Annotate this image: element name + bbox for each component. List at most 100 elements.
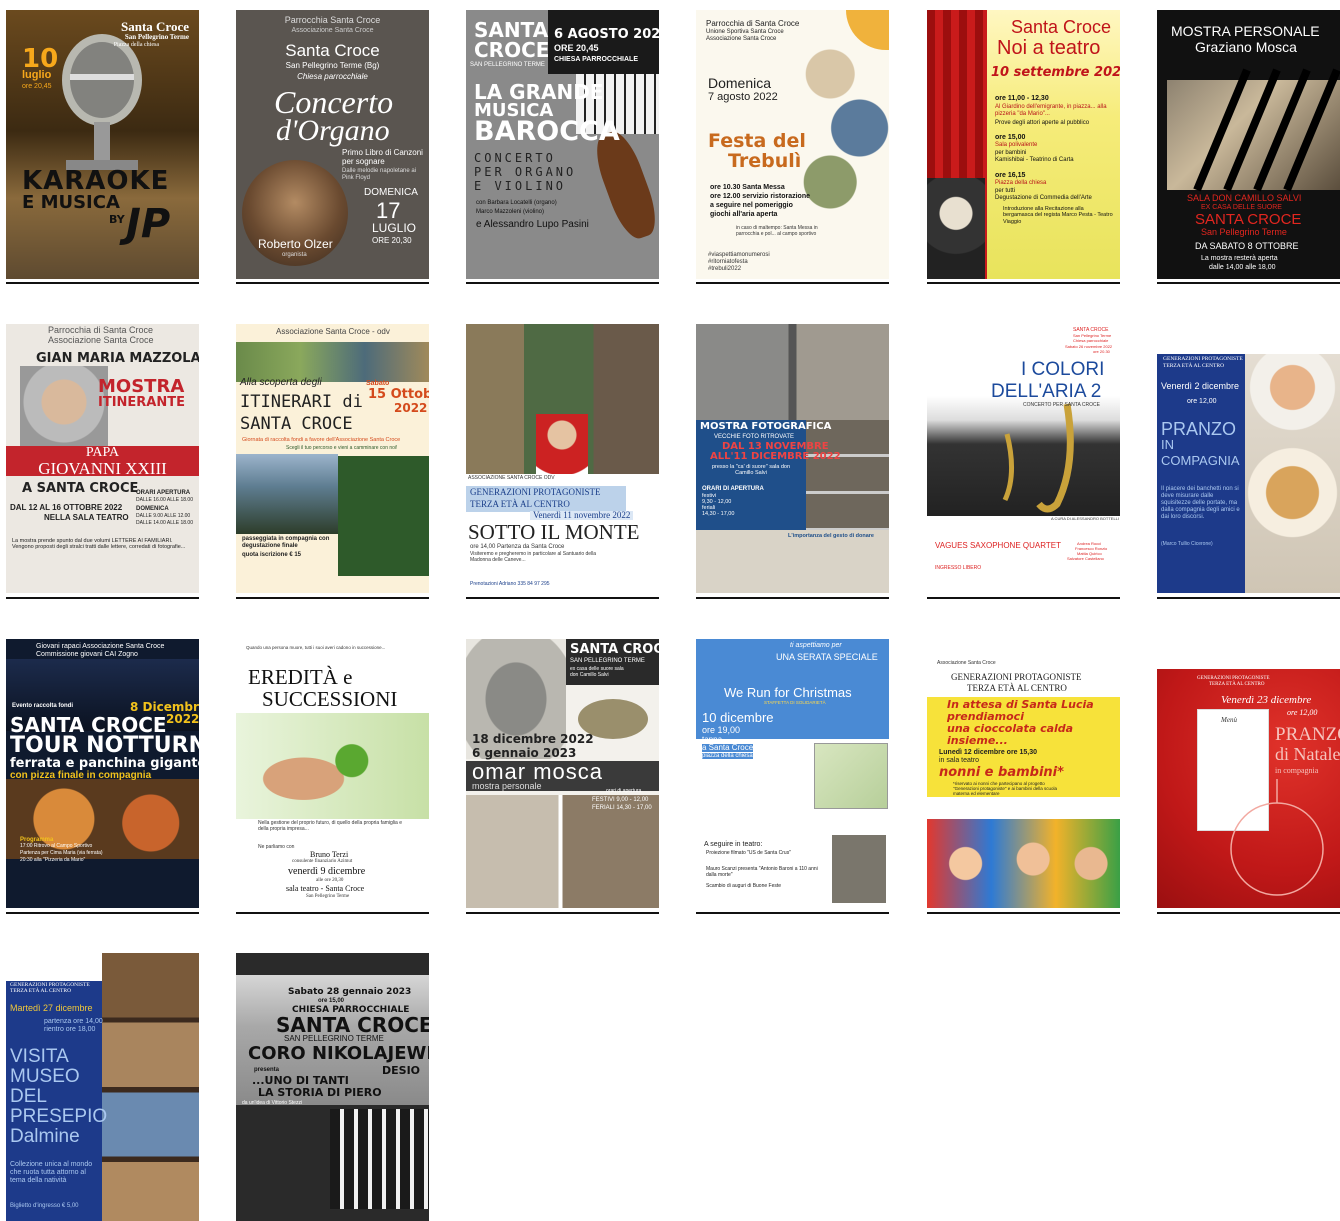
poster-slot-2-time: ore 15,00 — [995, 134, 1026, 141]
poster-slot-2-text-2: per bambini — [995, 150, 1027, 156]
poster-main-title-4: PRESEPIO — [10, 1106, 108, 1127]
poster-underline — [6, 282, 199, 284]
poster-concerto-organo[interactable]: Parrocchia Santa Croce Associazione Sant… — [236, 10, 429, 279]
poster-main-title: PRANZO — [1275, 724, 1340, 745]
photo-collage-icon — [791, 38, 889, 218]
poster-itinerari-santa-croce[interactable]: Associazione Santa Croce - odv Alla scop… — [236, 324, 429, 593]
poster-room: NELLA SALA TEATRO — [44, 513, 129, 522]
poster-artist-name: Graziano Mosca — [1195, 39, 1297, 55]
poster-header: Associazione Santa Croce - odv — [276, 327, 390, 336]
poster-header-3: Associazione Santa Croce — [706, 36, 777, 42]
poster-cioccolata-santa-lucia[interactable]: Associazione Santa Croce GENERAZIONI PRO… — [927, 639, 1120, 908]
poster-sub-2: PER ORGANO — [474, 165, 577, 179]
poster-time: ore 15,00 — [318, 998, 345, 1004]
poster-subtitle-2: con pizza finale in compagnia — [10, 770, 152, 781]
poster-we-run-for-christmas[interactable]: ti aspettiamo per UNA SERATA SPECIALE We… — [696, 639, 889, 908]
poster-eredita-successioni[interactable]: Quando una persona muore, tutti i suoi a… — [236, 639, 429, 908]
pope-photo-icon — [536, 414, 588, 474]
poster-karaoke[interactable]: Santa Croce San Pellegrino Terme Piazza … — [6, 10, 199, 279]
poster-menu: Menù — [1221, 716, 1237, 724]
poster-coro-nikolajewka[interactable]: Sabato 28 gennaio 2023 ore 15,00 CHIESA … — [236, 953, 429, 1221]
poster-museo-presepio[interactable]: GENERAZIONI PROTAGONISTE TERZA ETÀ AL CE… — [6, 953, 199, 1221]
poster-hours-2: DALLE 16.00 ALLE 18.00 — [136, 497, 193, 503]
poster-program-2: 17:00 Ritrovo al Campo Sportivo — [20, 843, 93, 849]
poster-sotto-il-monte[interactable]: ASSOCIAZIONE SANTA CROCE ODV GENERAZIONI… — [466, 324, 659, 593]
poster-main-subtitle: MUSEO — [10, 1066, 80, 1087]
poster-underline — [236, 282, 429, 284]
poster-place: CHIESA PARROCCHIALE — [554, 56, 639, 63]
choir-photo-icon — [330, 1109, 429, 1209]
pope-portrait-icon — [20, 366, 108, 456]
poster-note: L'importanza del gesto di donare — [788, 533, 874, 539]
poster-subtitle: VECCHIE FOTO RITROVATE — [714, 434, 795, 440]
poster-header: GENERAZIONI PROTAGONISTE — [1163, 356, 1243, 362]
poster-slot-3-text: Piazza della chiesa — [995, 180, 1047, 186]
poster-subtitle: CONCERTO PER SANTA CROCE — [1023, 402, 1100, 408]
poster-mostra-giovanni-xxiii[interactable]: Parrocchia di Santa Croce Associazione S… — [6, 324, 199, 593]
poster-choir-2: DESIO — [382, 1064, 421, 1077]
poster-hours-4: DALLE 9.00 ALLE 12.00 — [136, 513, 191, 519]
poster-pranzo-in-compagnia[interactable]: GENERAZIONI PROTAGONISTE TERZA ETÀ AL CE… — [1157, 324, 1340, 593]
painting-photos-icon — [466, 795, 659, 908]
vintage-photo-icon — [832, 835, 886, 903]
poster-slot-3-text-3: Degustazione di Commedia dell'Arte — [995, 195, 1092, 201]
poster-mostra-fotografica[interactable]: MOSTRA FOTOGRAFICA VECCHIE FOTO RITROVAT… — [696, 324, 889, 593]
poster-program: Primo Libro di Canzoni per sognare — [342, 148, 423, 167]
poster-mostra-graziano-mosca[interactable]: MOSTRA PERSONALE Graziano Mosca SALA DON… — [1157, 10, 1340, 279]
poster-note: *riservato ai nonni che partecipano al p… — [953, 781, 1058, 797]
poster-day: Sabato — [366, 380, 390, 387]
poster-show: ...UNO DI TANTI — [252, 1074, 349, 1087]
poster-quartet: VAGUES SAXOPHONE QUARTET — [935, 541, 1061, 550]
nativity-photos-icon — [102, 953, 199, 1221]
poster-speaker: Bruno Terzi — [310, 850, 349, 859]
poster-main-title: Festa del — [708, 130, 806, 152]
poster-time: partenza ore 14,00 — [44, 1018, 103, 1025]
poster-choir: CORO NIKOLAJEWKA — [248, 1043, 429, 1064]
poster-subtitle: San Pellegrino Terme — [124, 33, 189, 41]
poster-main-subtitle: SANTA CROCE — [240, 414, 353, 434]
poster-performers: con Barbara Locatelli (organo) — [476, 200, 557, 206]
poster-hours: La mostra resterà aperta — [1201, 255, 1278, 262]
poster-musica-barocca[interactable]: SANTA CROCE SAN PELLEGRINO TERME 6 AGOST… — [466, 10, 659, 279]
poster-subtitle: STAFFETTA DI SOLIDARIETÀ — [764, 700, 826, 705]
poster-main-subtitle: DELL'ARIA 2 — [991, 381, 1102, 402]
poster-subtitle: in compagnia — [1275, 766, 1319, 775]
poster-fee: quota iscrizione € 15 — [242, 552, 302, 558]
poster-year: 2022 — [394, 401, 428, 415]
poster-tour-notturno[interactable]: Giovani rapaci Associazione Santa Croce … — [6, 639, 199, 908]
poster-main-title: SOTTO IL MONTE — [468, 520, 640, 544]
poster-title: Santa Croce — [1011, 17, 1112, 37]
poster-pope: PAPA — [85, 445, 120, 460]
poster-by: BY — [109, 213, 125, 226]
poster-time: ore 20,45 — [22, 83, 52, 90]
poster-noi-a-teatro[interactable]: Santa Croce Noi a teatro 10 settembre 20… — [927, 10, 1120, 279]
poster-underline — [466, 597, 659, 599]
poster-weekday: DOMENICA — [364, 187, 418, 198]
poster-underline — [236, 912, 429, 914]
poster-main-title: MOSTRA — [98, 376, 185, 397]
poster-main-title-3: DEL — [10, 1086, 47, 1107]
poster-brand: JP — [126, 201, 171, 247]
poster-festa-trebuli[interactable]: Parrocchia di Santa Croce Unione Sportiv… — [696, 10, 889, 279]
poster-town: San Pellegrino Terme — [1201, 227, 1287, 237]
poster-place: Piazza della chiesa — [113, 42, 159, 48]
poster-header: GENERAZIONI PROTAGONISTE — [1197, 676, 1270, 681]
poster-month: LUGLIO — [372, 221, 417, 235]
poster-performer: Roberto Olzer — [258, 237, 333, 251]
poster-date: Venerdì 2 dicembre — [1161, 381, 1240, 391]
poster-pranzo-di-natale[interactable]: GENERAZIONI PROTAGONISTE TERZA ETÀ AL CE… — [1157, 639, 1340, 908]
poster-main-title-3: una cioccolata calda — [947, 722, 1074, 735]
poster-header: Giovani rapaci Associazione Santa Croce — [36, 643, 165, 650]
poster-main-subtitle: ITINERANTE — [98, 395, 186, 410]
poster-underline — [696, 912, 889, 914]
landscape-strip-icon — [236, 342, 429, 382]
poster-omar-mosca[interactable]: SANTA CROCE SAN PELLEGRINO TERME ex casa… — [466, 639, 659, 908]
poster-hours-3: DOMENICA — [136, 506, 169, 512]
poster-follow: A seguire in teatro: — [704, 841, 763, 848]
poster-colori-dell-aria[interactable]: SANTA CROCE San Pellegrino Terme Chiesa … — [927, 324, 1120, 593]
poster-month: luglio — [22, 69, 52, 81]
poster-stop-3: piazza della chiesa — [702, 753, 753, 759]
poster-day: 17 — [376, 198, 401, 223]
poster-time: alle ore 20,30 — [316, 878, 344, 883]
poster-main-subtitle: TOUR NOTTURNO — [10, 733, 199, 758]
